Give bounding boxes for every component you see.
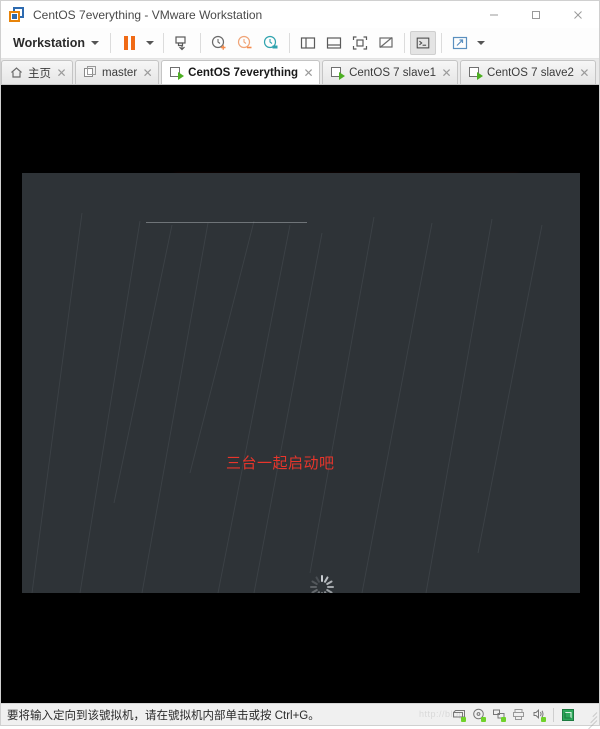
- fullscreen-button[interactable]: [347, 31, 373, 55]
- tab-home[interactable]: 主页 ✕: [1, 60, 73, 84]
- status-message: 要将输入定向到该號拟机，请在號拟机内部单击或按 Ctrl+G。: [7, 709, 320, 722]
- vmware-workstation-window: CentOS 7everything - VMware Workstation …: [0, 0, 600, 729]
- toolbar-divider: [289, 33, 290, 53]
- vm-folder-icon: [84, 66, 97, 79]
- snapshot-manager-icon: [175, 36, 186, 51]
- vm-running-icon: [170, 66, 185, 80]
- snapshot-take-icon: [211, 35, 226, 50]
- stretch-dropdown-button[interactable]: [473, 31, 489, 55]
- toolbar-divider: [163, 33, 164, 53]
- show-library-button[interactable]: [295, 31, 321, 55]
- tab-centos7everything[interactable]: CentOS 7everything ✕: [161, 60, 321, 84]
- stretch-arrows-icon: [452, 36, 468, 50]
- chevron-down-icon: [477, 41, 485, 45]
- toolbar-divider: [404, 33, 405, 53]
- toolbar-divider: [110, 33, 111, 53]
- snapshot-list-icon: [263, 35, 278, 49]
- tab-label: master: [102, 66, 138, 79]
- status-printer[interactable]: [510, 707, 527, 723]
- snapshot-revert-icon: [237, 35, 252, 49]
- manage-snapshots-button[interactable]: [169, 31, 195, 55]
- status-sound[interactable]: [530, 707, 547, 723]
- vmware-logo-icon: [9, 6, 25, 23]
- close-button[interactable]: [557, 1, 599, 28]
- resize-grip-icon[interactable]: [583, 708, 598, 729]
- show-thumbnails-button[interactable]: [321, 31, 347, 55]
- home-icon: [10, 66, 23, 79]
- tab-label: CentOS 7everything: [188, 66, 299, 79]
- guest-screen[interactable]: 三台一起启动吧: [22, 173, 580, 593]
- revert-snapshot-button[interactable]: [232, 31, 258, 55]
- device-status-icons: [450, 707, 598, 729]
- tab-master[interactable]: master ✕: [75, 60, 160, 84]
- tab-label: CentOS 7 slave1: [349, 66, 437, 79]
- window-controls: [473, 1, 599, 28]
- tab-close-button[interactable]: ✕: [55, 67, 68, 79]
- activity-dot: [481, 716, 486, 722]
- vm-running-icon: [469, 66, 484, 80]
- power-dropdown-button[interactable]: [142, 31, 158, 55]
- window-title: CentOS 7everything - VMware Workstation: [33, 7, 263, 22]
- printer-icon: [512, 709, 524, 720]
- red-annotation-text: 三台一起启动吧: [226, 454, 335, 472]
- activity-dot: [461, 716, 466, 722]
- chevron-down-icon: [91, 41, 99, 45]
- library-panel-icon: [300, 37, 316, 49]
- status-shared-folders[interactable]: [560, 707, 577, 723]
- unity-mode-icon: [379, 37, 393, 48]
- pause-icon: [123, 36, 135, 50]
- tab-label: CentOS 7 slave2: [487, 66, 574, 79]
- workstation-menu-button[interactable]: Workstation: [5, 33, 105, 53]
- shared-folder-icon: [562, 708, 574, 721]
- main-toolbar: Workstation: [1, 28, 599, 59]
- tab-close-button[interactable]: ✕: [141, 67, 154, 79]
- toolbar-divider: [441, 33, 442, 53]
- status-divider: [553, 707, 554, 722]
- take-snapshot-button[interactable]: [206, 31, 232, 55]
- stretch-guest-button[interactable]: [447, 31, 473, 55]
- tab-close-button[interactable]: ✕: [578, 67, 591, 79]
- unity-mode-button[interactable]: [373, 31, 399, 55]
- minimize-button[interactable]: [473, 1, 515, 28]
- status-cd-dvd[interactable]: [470, 707, 487, 723]
- status-hard-disk[interactable]: [450, 707, 467, 723]
- thumbnail-bar-icon: [326, 37, 342, 49]
- console-view-button[interactable]: [410, 31, 436, 55]
- loading-spinner: [310, 575, 334, 593]
- activity-dot: [501, 716, 506, 722]
- maximize-button[interactable]: [515, 1, 557, 28]
- workstation-menu-label: Workstation: [13, 36, 85, 50]
- boot-screen-artifacts: [31, 212, 543, 593]
- vm-tab-bar: 主页 ✕ master ✕ CentOS 7everything ✕ CentO…: [1, 59, 599, 85]
- boot-progress-line: [146, 222, 307, 223]
- tab-close-button[interactable]: ✕: [440, 67, 453, 79]
- tab-label: 主页: [28, 67, 51, 80]
- status-bar: 要将输入定向到该號拟机，请在號拟机内部单击或按 Ctrl+G。 http://b…: [1, 703, 599, 729]
- toolbar-divider: [200, 33, 201, 53]
- status-network[interactable]: [490, 707, 507, 723]
- fullscreen-icon: [352, 36, 368, 50]
- activity-dot: [541, 716, 546, 722]
- tab-centos7-slave1[interactable]: CentOS 7 slave1 ✕: [322, 60, 459, 84]
- vm-running-icon: [331, 66, 346, 80]
- console-icon: [416, 37, 430, 49]
- snapshot-manager-button[interactable]: [258, 31, 284, 55]
- tab-close-button[interactable]: ✕: [302, 67, 315, 79]
- tab-centos7-slave2[interactable]: CentOS 7 slave2 ✕: [460, 60, 596, 84]
- vm-console-area[interactable]: 三台一起启动吧: [1, 85, 599, 703]
- title-bar: CentOS 7everything - VMware Workstation: [1, 1, 599, 28]
- suspend-button[interactable]: [116, 31, 142, 55]
- chevron-down-icon: [146, 41, 154, 45]
